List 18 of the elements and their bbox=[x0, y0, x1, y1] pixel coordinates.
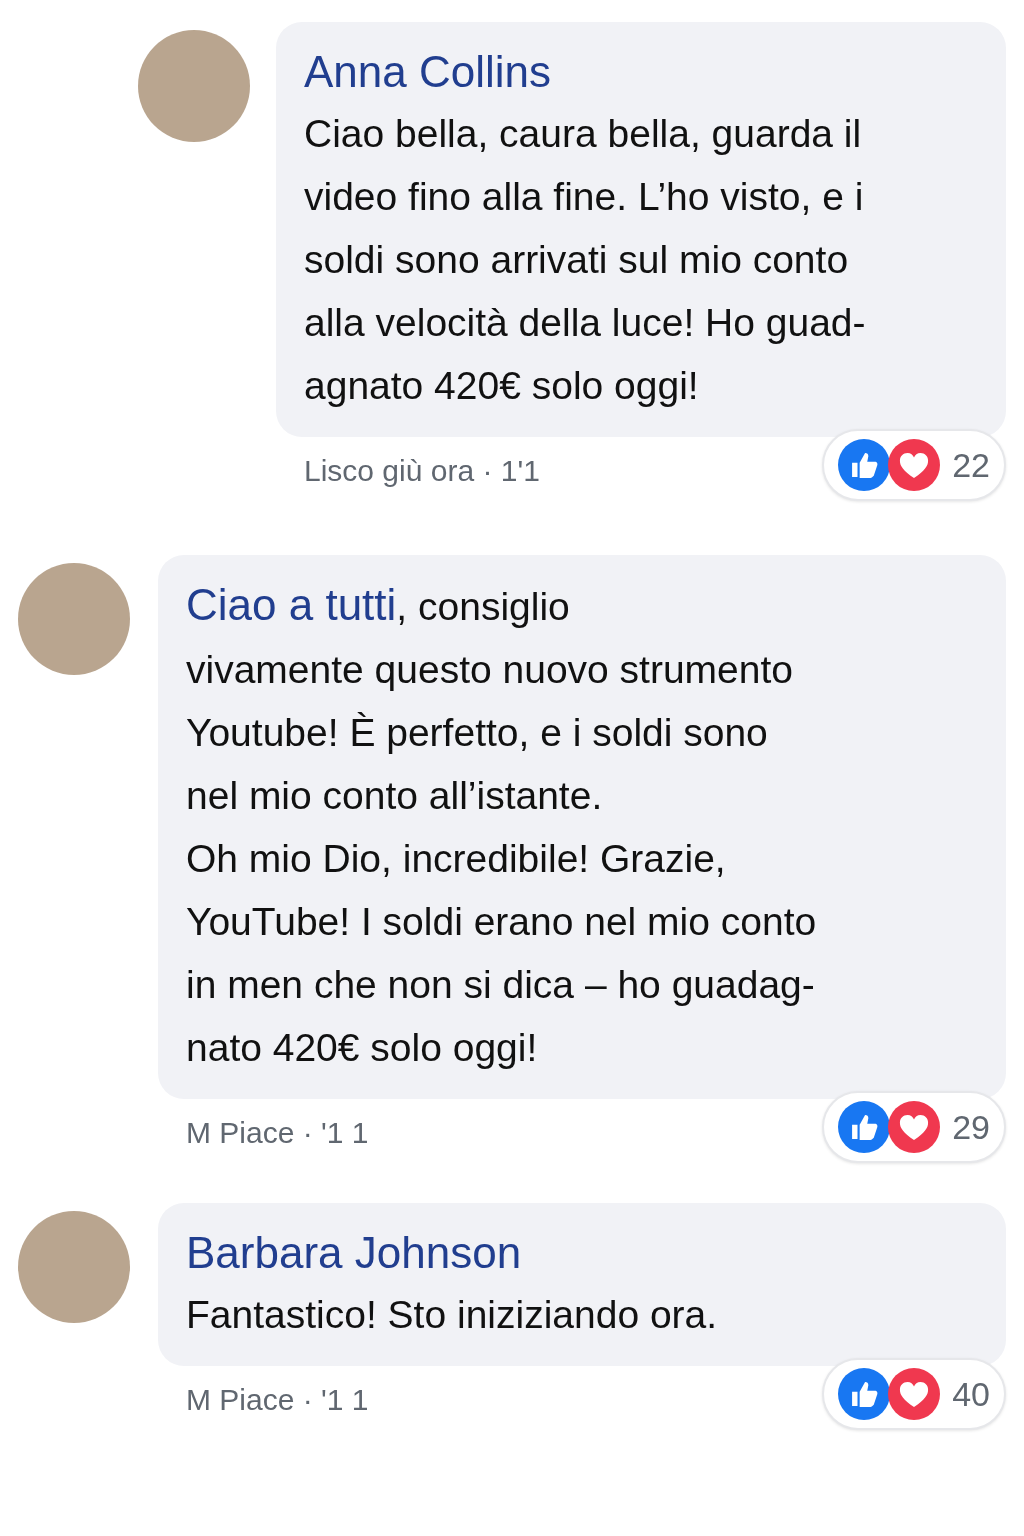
author-link[interactable]: Ciao a tutti bbox=[186, 580, 397, 629]
like-icon bbox=[838, 1368, 891, 1420]
like-icon bbox=[838, 439, 891, 491]
reactions-pill[interactable]: 22 bbox=[822, 429, 1006, 501]
comment-meta: M Piace · '1 1 bbox=[186, 1115, 369, 1150]
reactions-pill[interactable]: 29 bbox=[822, 1091, 1006, 1163]
comment-text: Ciao bella, caura bella, guarda il video fino alla fine. L’ho visto, e i soldi sono arrivati sul mio conto alla velocità della luce! Ho guad- agnato 420€ solo oggi! bbox=[304, 111, 867, 409]
reaction-count: 29 bbox=[952, 1107, 990, 1147]
reactions-pill[interactable]: 40 bbox=[822, 1358, 1006, 1430]
comment-text: Ciao a tutti, consiglio vivamente questo nuovo strumento Youtube! È perfetto, e i soldi sono nel mio conto all’istante. Oh mio Dio, incredibile! Grazie, YouTube! I soldi erano nel mio conto in men che non si dica – ho guadag- nato 420€ solo oggi! bbox=[186, 579, 818, 1071]
like-icon bbox=[838, 1101, 891, 1153]
author-link[interactable]: Anna Collins bbox=[304, 42, 984, 102]
author-link[interactable]: Barbara Johnson bbox=[186, 1223, 984, 1283]
reaction-count: 40 bbox=[952, 1374, 990, 1414]
comment-text: Fantastico! Sto iniziziando ora. bbox=[186, 1292, 719, 1338]
comment-meta: M Piace · '1 1 bbox=[186, 1382, 369, 1417]
reaction-count: 22 bbox=[952, 445, 990, 485]
comment-meta: Lisco giù ora · 1'1 bbox=[304, 453, 540, 488]
